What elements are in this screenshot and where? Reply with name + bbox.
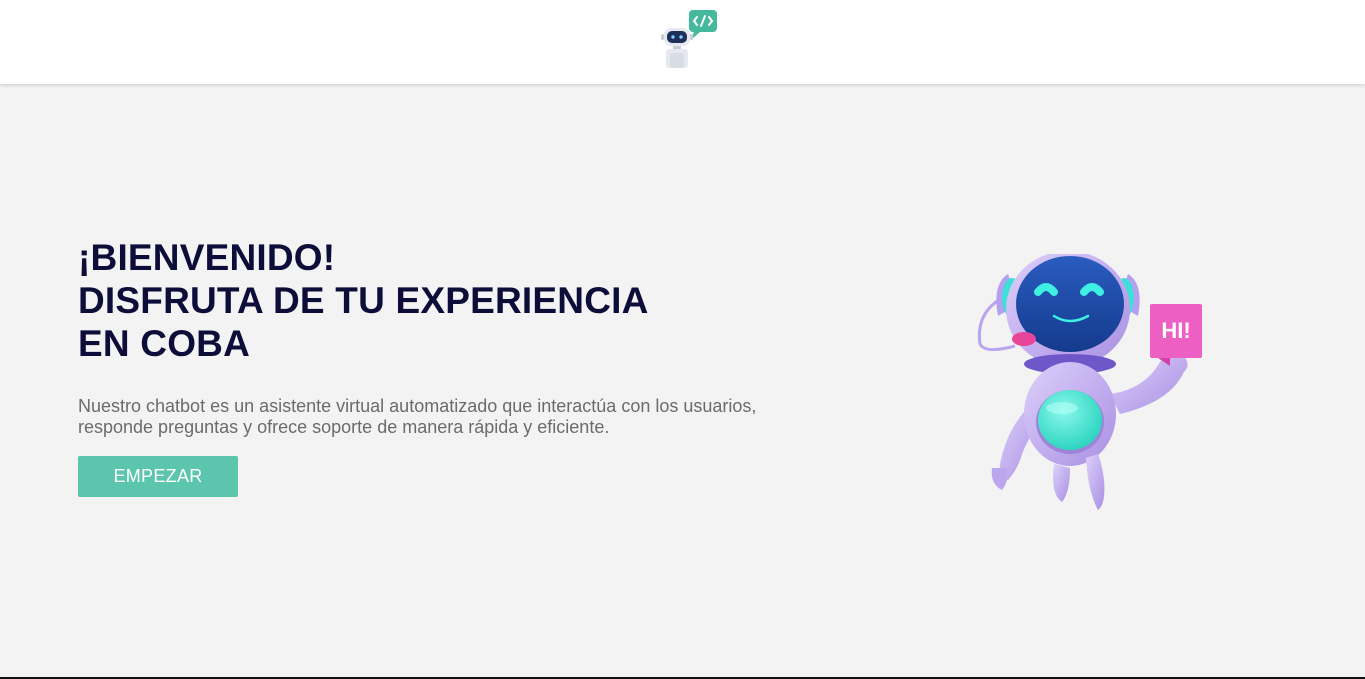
- hero-title-line: ¡BIENVENIDO!: [78, 237, 336, 278]
- hero-title: ¡BIENVENIDO! DISFRUTA DE TU EXPERIENCIA …: [78, 236, 649, 365]
- header: [0, 0, 1365, 84]
- main-content: ¡BIENVENIDO! DISFRUTA DE TU EXPERIENCIA …: [0, 84, 1365, 677]
- waving-robot-illustration: HI!: [977, 254, 1202, 510]
- hero-title-line: EN COBA: [78, 323, 251, 364]
- speech-bubble-text: HI!: [1161, 318, 1190, 343]
- start-button[interactable]: EMPEZAR: [78, 456, 238, 497]
- hero-description: Nuestro chatbot es un asistente virtual …: [78, 396, 798, 438]
- hero-description-line: Nuestro chatbot es un asistente virtual …: [78, 396, 757, 416]
- hero-title-line: DISFRUTA DE TU EXPERIENCIA: [78, 280, 649, 321]
- chatbot-code-logo-icon[interactable]: [656, 8, 720, 72]
- hero-description-line: responde preguntas y ofrece soporte de m…: [78, 417, 610, 437]
